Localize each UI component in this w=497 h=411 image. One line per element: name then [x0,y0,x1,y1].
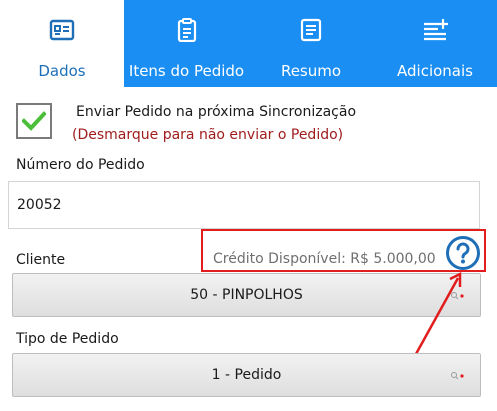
sync-checkbox-label: Enviar Pedido na próxima Sincronização [76,104,357,120]
tab-itens-label: Itens do Pedido [128,62,245,80]
tab-dados[interactable]: Dados [0,0,124,87]
tipo-pedido-select-button[interactable]: 1 - Pedido [12,353,481,397]
credit-available-text: Crédito Disponível: R$ 5.000,00 [213,251,436,267]
search-required-icon [451,372,464,380]
tab-dados-label: Dados [38,62,86,80]
tab-adicionais-label: Adicionais [397,62,473,80]
numero-pedido-value: 20052 [17,197,62,213]
tipo-pedido-label: Tipo de Pedido [16,331,119,347]
check-icon [22,111,46,131]
numero-pedido-label: Número do Pedido [16,157,145,173]
annotation-arrow [414,271,462,355]
tab-itens-do-pedido[interactable]: Itens do Pedido [124,0,249,87]
clipboard-list-icon [177,18,196,42]
tab-resumo-label: Resumo [280,62,342,80]
contact-card-icon [49,19,75,41]
document-lines-icon [300,18,322,42]
sync-checkbox[interactable] [16,103,52,139]
tipo-pedido-value: 1 - Pedido [211,367,282,383]
list-add-icon [424,19,448,41]
tab-adicionais[interactable]: Adicionais [373,0,497,87]
cliente-label: Cliente [16,252,66,268]
tab-bar: Dados Itens do Pedido Resumo Adicionais [0,0,497,87]
sync-checkbox-hint: (Desmarque para não enviar o Pedido) [72,127,344,143]
numero-pedido-field[interactable]: 20052 [8,181,480,229]
help-icon[interactable] [445,235,481,271]
tab-resumo[interactable]: Resumo [249,0,373,87]
